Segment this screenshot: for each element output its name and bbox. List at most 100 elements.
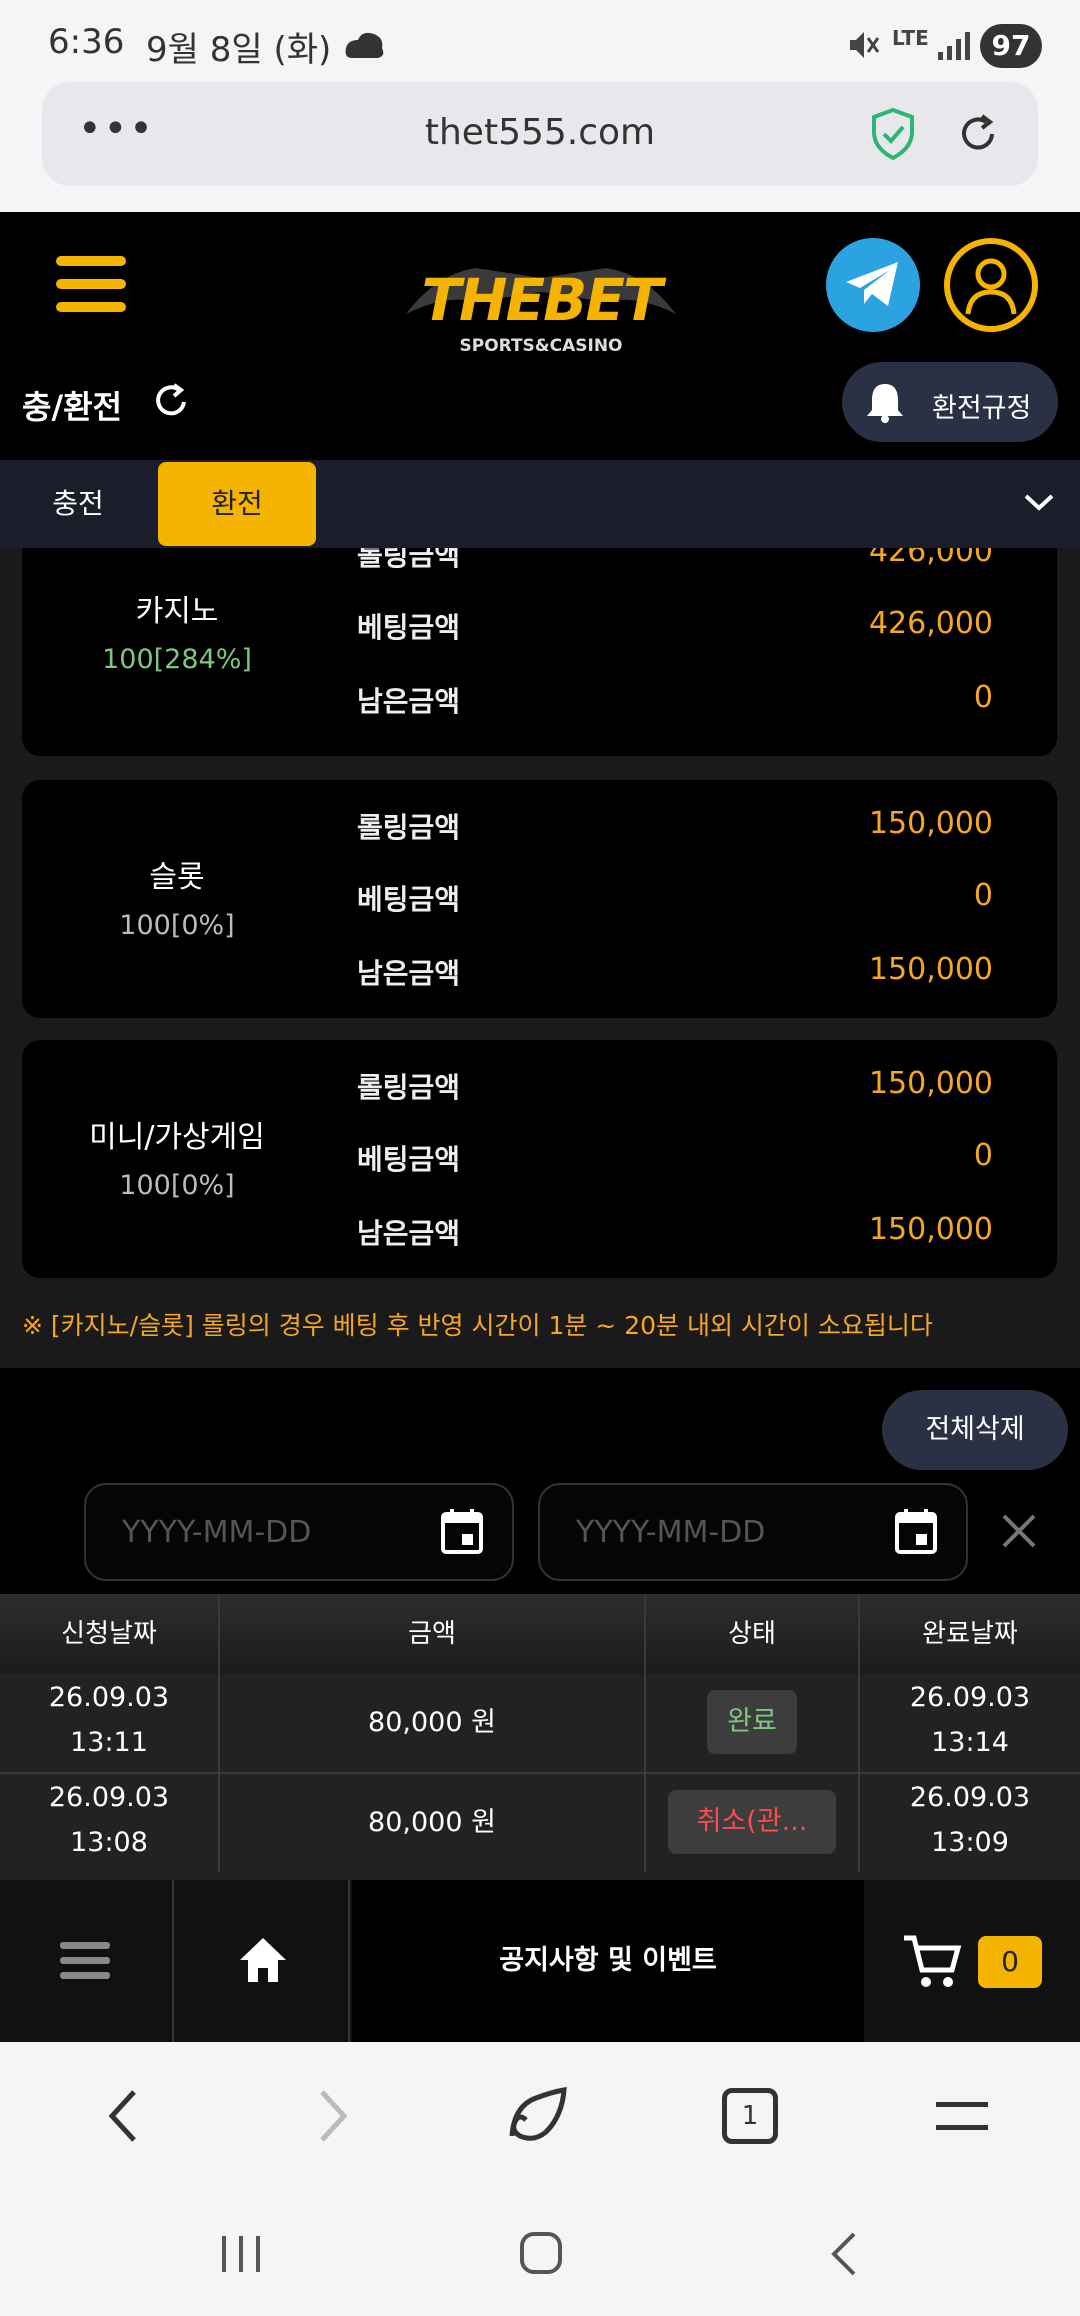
- rolling-card-slot: 슬롯 100[0%] 롤링금액 150,000 베팅금액 0 남은금액 150,…: [22, 780, 1057, 1018]
- hamburger-menu-icon[interactable]: [56, 256, 126, 312]
- remaining-amount-label: 남은금액: [357, 685, 461, 718]
- system-nav: [0, 2192, 1080, 2316]
- date-to-field[interactable]: YYYY-MM-DD: [538, 1483, 968, 1581]
- tabs-count-button[interactable]: 1: [722, 2088, 778, 2144]
- card-title: 미니/가상게임: [89, 1120, 265, 1155]
- remaining-amount-value: 150,000: [868, 952, 993, 987]
- date-from-placeholder: YYYY-MM-DD: [122, 1515, 312, 1550]
- delete-all-button[interactable]: 전체삭제: [882, 1390, 1068, 1470]
- rolling-card-mini-game: 미니/가상게임 100[0%] 롤링금액 150,000 베팅금액 0 남은금액…: [22, 1040, 1057, 1278]
- user-icon: [965, 258, 1017, 315]
- remaining-amount-value: 0: [973, 680, 993, 715]
- request-date: 26.09.03: [48, 1682, 170, 1713]
- rolling-amount-value: 150,000: [868, 1066, 993, 1101]
- complete-date-cell: 26.09.03 13:09: [860, 1774, 1080, 1872]
- betting-amount-value: 0: [973, 878, 993, 913]
- bell-icon: [867, 384, 903, 423]
- network-type: LTE: [892, 26, 929, 50]
- menu-icon: [60, 1942, 110, 1979]
- col-header-request-date: 신청날짜: [0, 1594, 220, 1674]
- signal-icon: [938, 32, 970, 60]
- request-time: 13:11: [70, 1727, 148, 1758]
- col-header-amount: 금액: [220, 1594, 646, 1674]
- status-time: 6:36: [48, 22, 125, 62]
- home-button[interactable]: [176, 1880, 350, 2042]
- rolling-amount-label: 롤링금액: [357, 811, 461, 844]
- col-header-complete-date: 완료날짜: [860, 1594, 1080, 1674]
- exchange-rules-button[interactable]: 환전규정: [842, 362, 1058, 442]
- calendar-icon[interactable]: [440, 1507, 484, 1555]
- table-row[interactable]: 26.09.03 13:08 80,000 원 취소(관... 26.09.03…: [0, 1774, 1080, 1872]
- date-to-placeholder: YYYY-MM-DD: [576, 1515, 766, 1550]
- clear-dates-icon[interactable]: [1000, 1512, 1038, 1550]
- betting-amount-label: 베팅금액: [357, 1143, 461, 1176]
- card-title: 슬롯: [149, 860, 205, 895]
- url-bar[interactable]: ••• thet555.com: [42, 82, 1038, 186]
- withdraw-history-table: 신청날짜 금액 상태 완료날짜 26.09.03 13:11 80,000 원 …: [0, 1594, 1080, 1880]
- complete-date: 26.09.03: [909, 1782, 1031, 1813]
- home-icon: [240, 1938, 286, 1982]
- status-bar: 6:36 9월 8일 (화) LTE 97: [0, 0, 1080, 90]
- telegram-button[interactable]: [826, 238, 920, 332]
- shield-check-icon[interactable]: [870, 108, 916, 160]
- system-home-icon[interactable]: [518, 2230, 564, 2276]
- rolling-notice: ※ [카지노/슬롯] 롤링의 경우 베팅 후 반영 시간이 1분 ~ 20분 내…: [22, 1311, 933, 1340]
- chevron-down-icon[interactable]: [1022, 490, 1056, 514]
- betting-amount-value: 0: [973, 1138, 993, 1173]
- mute-icon: [850, 32, 880, 58]
- date-from-field[interactable]: YYYY-MM-DD: [84, 1483, 514, 1581]
- request-time: 13:08: [70, 1827, 148, 1858]
- bottom-nav: 공지사항 및 이벤트 0: [0, 1880, 1080, 2042]
- remaining-amount-label: 남은금액: [357, 957, 461, 990]
- cloud-icon: [345, 32, 384, 58]
- status-badge: 취소(관...: [668, 1790, 836, 1854]
- exchange-rules-label: 환전규정: [932, 393, 1032, 424]
- bottom-menu-button[interactable]: [0, 1880, 174, 2042]
- browser-menu-icon[interactable]: [934, 2098, 990, 2134]
- card-percent: 100[284%]: [102, 644, 252, 675]
- cart-button[interactable]: 0: [866, 1880, 1080, 2042]
- page-title: 충/환전: [22, 388, 123, 426]
- site-logo[interactable]: THEBET SPORTS&CASINO: [396, 244, 686, 356]
- complete-time: 13:09: [931, 1827, 1009, 1858]
- status-date: 9월 8일 (화): [146, 30, 332, 70]
- table-row[interactable]: 26.09.03 13:11 80,000 원 완료 26.09.03 13:1…: [0, 1674, 1080, 1772]
- status-cell: 취소(관...: [646, 1774, 860, 1872]
- request-date-cell: 26.09.03 13:11: [0, 1674, 220, 1772]
- complete-date: 26.09.03: [909, 1682, 1031, 1713]
- logo-sub: SPORTS&CASINO: [459, 336, 623, 356]
- complete-time: 13:14: [931, 1727, 1009, 1758]
- calendar-icon[interactable]: [894, 1507, 938, 1555]
- request-date-cell: 26.09.03 13:08: [0, 1774, 220, 1872]
- user-profile-button[interactable]: [944, 238, 1038, 332]
- card-percent: 100[0%]: [119, 910, 235, 941]
- cart-icon: [904, 1935, 962, 1987]
- back-arrow-icon[interactable]: [104, 2088, 144, 2144]
- tab-deposit[interactable]: 충전: [0, 460, 156, 548]
- status-cell: 완료: [646, 1674, 860, 1772]
- forward-arrow-icon[interactable]: [312, 2088, 352, 2144]
- rolling-amount-label: 롤링금액: [357, 1071, 461, 1104]
- browser-nav: 1: [0, 2042, 1080, 2192]
- reload-icon[interactable]: [954, 110, 1002, 158]
- logo-main: THEBET: [421, 266, 662, 334]
- tab-bar: 충전 환전: [0, 460, 1080, 548]
- complete-date-cell: 26.09.03 13:14: [860, 1674, 1080, 1772]
- betting-amount-label: 베팅금액: [357, 611, 461, 644]
- system-back-icon[interactable]: [826, 2230, 860, 2278]
- amount-cell: 80,000 원: [220, 1674, 646, 1772]
- recent-apps-icon[interactable]: [218, 2232, 264, 2276]
- notice-events-link[interactable]: 공지사항 및 이벤트: [352, 1880, 864, 2042]
- browser-toolbar: ••• thet555.com: [0, 82, 1080, 212]
- col-header-status: 상태: [646, 1594, 860, 1674]
- site-header: THEBET SPORTS&CASINO 충/환전 환전규정: [0, 212, 1080, 460]
- refresh-icon[interactable]: [152, 382, 190, 420]
- tab-withdraw[interactable]: 환전: [158, 462, 316, 546]
- amount-cell: 80,000 원: [220, 1774, 646, 1872]
- browser-home-icon[interactable]: [506, 2086, 570, 2146]
- rolling-amount-label: 롤링금액: [357, 548, 461, 572]
- card-title: 카지노: [135, 594, 219, 629]
- rolling-summary: 카지노 100[284%] 롤링금액 426,000 베팅금액 426,000 …: [0, 548, 1080, 1368]
- betting-amount-value: 426,000: [868, 606, 993, 641]
- cart-count-badge: 0: [978, 1936, 1042, 1988]
